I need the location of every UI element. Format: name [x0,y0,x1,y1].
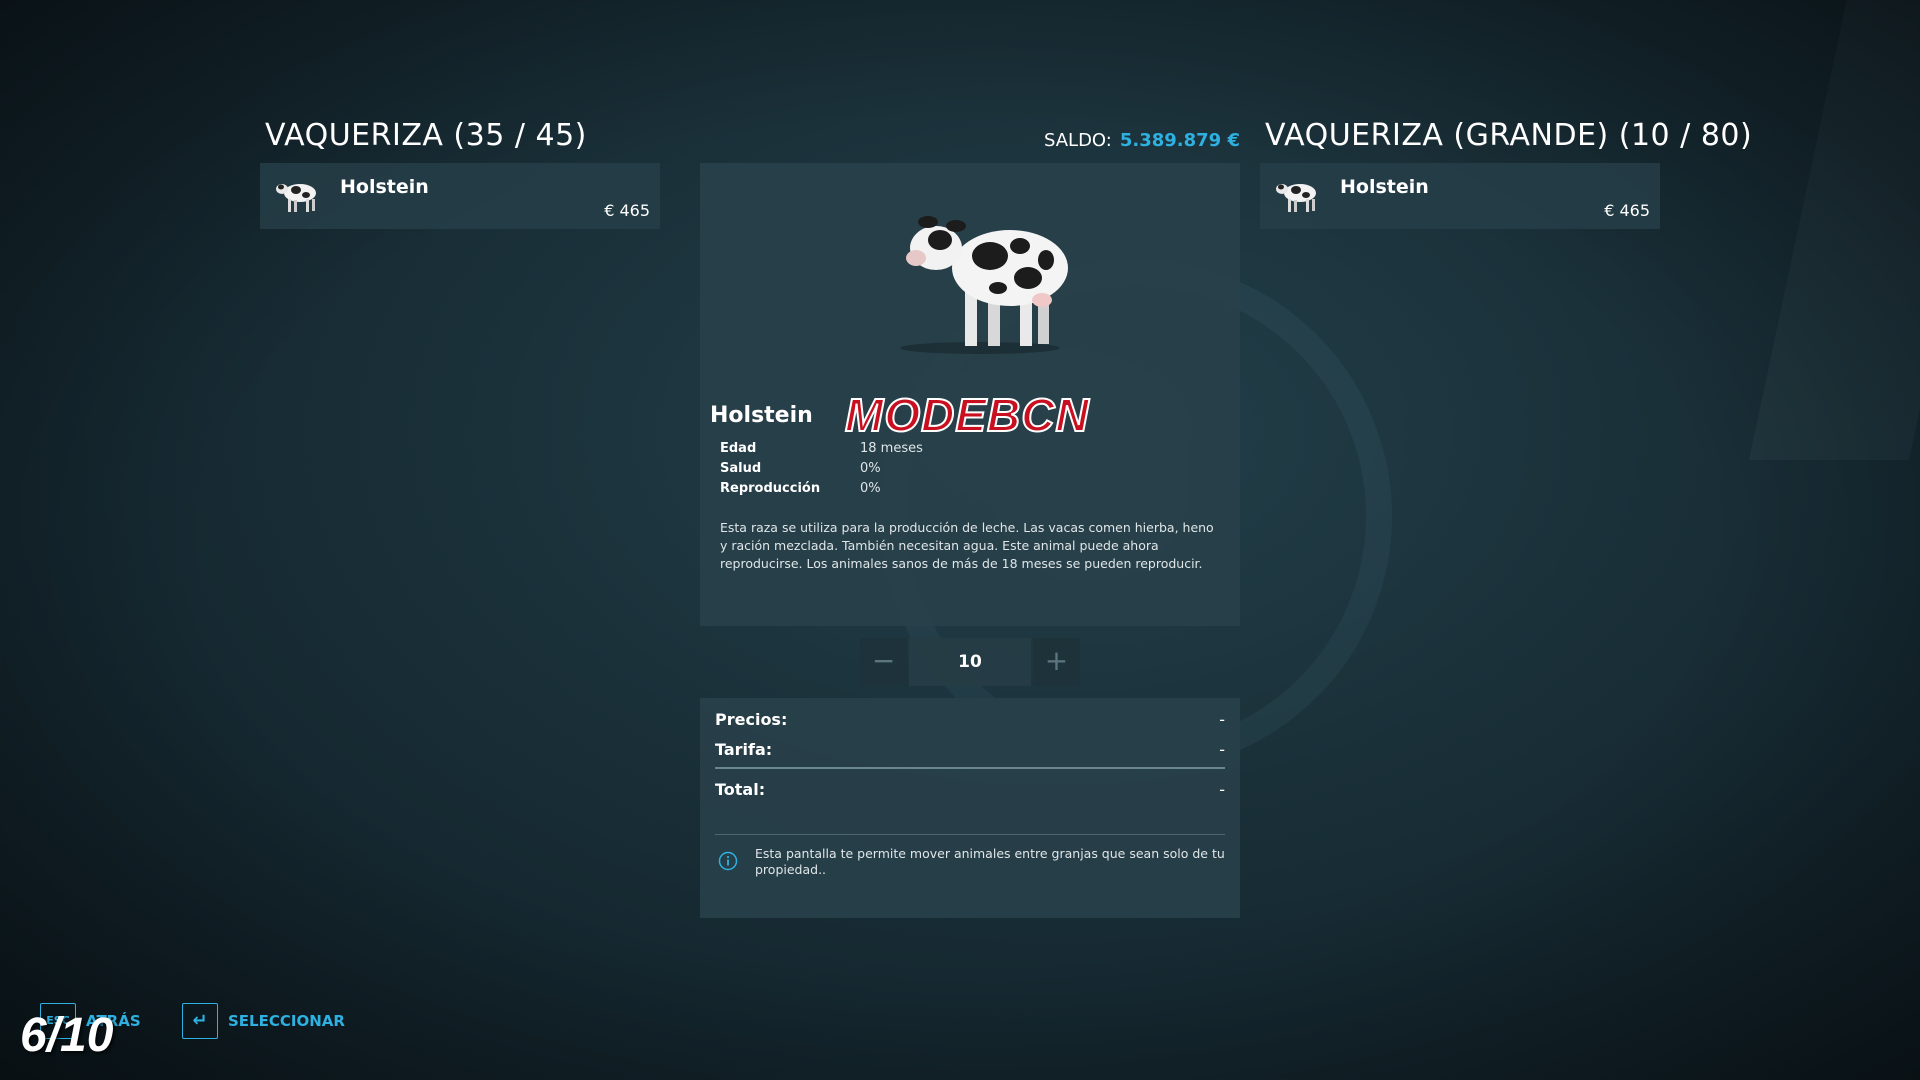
cow-image [900,216,1068,354]
stat-value: 0% [860,481,881,496]
stat-row-reproduction: Reproducción 0% [720,481,923,501]
stat-row-health: Salud 0% [720,461,923,481]
source-barn-title: VAQUERIZA (35 / 45) [265,118,587,153]
balance-value: 5.389.879 € [1119,130,1240,151]
balance-label: SALDO: [1043,130,1112,151]
fee-row: Tarifa: - [715,740,1225,759]
animal-stats: Edad 18 meses Salud 0% Reproducción 0% [720,441,923,501]
source-animal-item[interactable]: Holstein € 465 [260,163,660,229]
stat-row-age: Edad 18 meses [720,441,923,461]
quantity-value[interactable]: 10 [909,638,1031,686]
info-message: Esta pantalla te permite mover animales … [755,846,1225,877]
total-row: Total: - [715,780,1225,799]
target-animal-item[interactable]: Holstein € 465 [1260,163,1660,229]
stat-value: 18 meses [860,441,923,456]
divider [715,834,1225,835]
animal-price: € 465 [1604,201,1650,220]
animal-name: Holstein [340,176,429,198]
price-value: - [1219,710,1225,729]
fee-value: - [1219,740,1225,759]
modebcn-logo: MODEBCN [844,388,1090,442]
animal-price: € 465 [604,201,650,220]
decrease-button[interactable]: − [860,638,908,686]
animal-detail-name: Holstein [710,403,813,428]
stat-label: Salud [720,461,762,476]
increase-button[interactable]: + [1032,638,1080,686]
info-icon [718,851,738,871]
total-label: Total: [715,780,766,799]
cow-thumbnail-icon [276,184,316,212]
target-barn-title: VAQUERIZA (GRANDE) (10 / 80) [1265,118,1753,153]
price-summary-panel: Precios: - Tarifa: - Total: - Esta panta… [700,698,1240,918]
cow-thumbnail-icon [1276,184,1316,212]
quantity-stepper: − 10 + [860,638,1080,686]
stat-value: 0% [860,461,881,476]
price-label: Precios: [715,710,788,729]
animal-description: Esta raza se utiliza para la producción … [720,520,1214,571]
stat-label: Edad [720,441,757,456]
total-value: - [1219,780,1225,799]
stat-label: Reproducción [720,481,821,496]
select-label: SELECCIONAR [228,1012,345,1030]
divider [715,767,1225,769]
price-row: Precios: - [715,710,1225,729]
fee-label: Tarifa: [715,740,773,759]
animal-detail-panel: Holstein MODEBCN Edad 18 meses Salud 0% … [700,163,1240,626]
enter-key-icon: ↵ [182,1003,218,1039]
balance-display: SALDO: 5.389.879 € [1040,130,1240,151]
page-counter-overlay: 6/10 [20,1009,114,1062]
select-button[interactable]: ↵ SELECCIONAR [182,1003,345,1039]
animal-name: Holstein [1340,176,1429,198]
background-decoration [1748,0,1920,460]
